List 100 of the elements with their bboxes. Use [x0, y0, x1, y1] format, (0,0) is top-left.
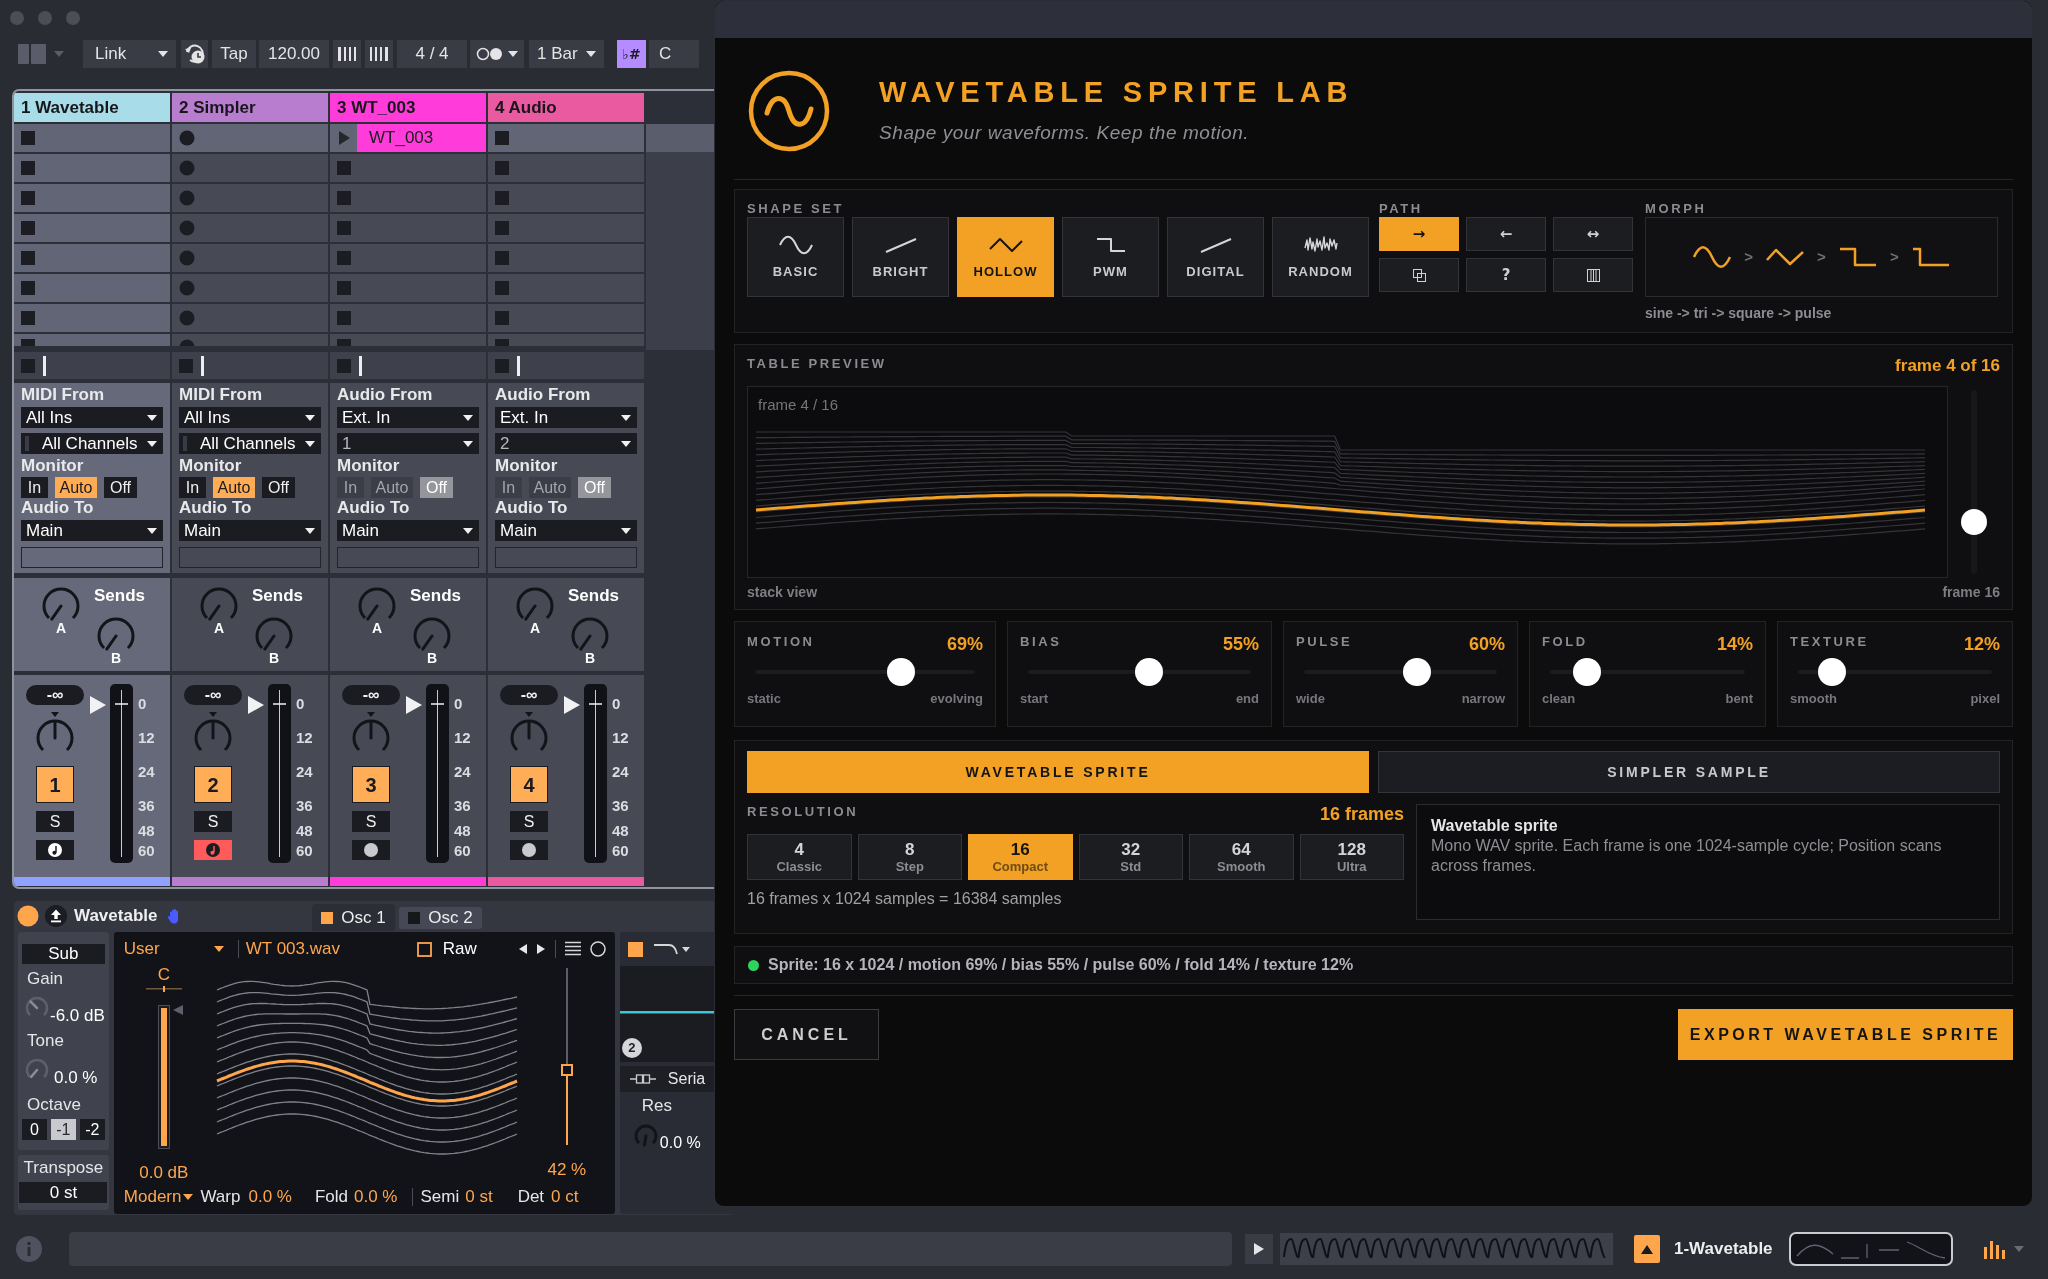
clip-slot[interactable]	[330, 154, 486, 182]
device-thumbnail[interactable]	[1789, 1232, 1953, 1266]
stop-icon[interactable]	[337, 358, 351, 373]
monitor-button[interactable]: Auto	[55, 477, 97, 498]
arm-button[interactable]	[352, 840, 390, 860]
bars-icon[interactable]	[1984, 1239, 2008, 1259]
monitor-button[interactable]: In	[337, 477, 364, 498]
track-activator-button[interactable]: 3	[352, 766, 390, 803]
clip-slot[interactable]	[172, 184, 328, 212]
key-dropdown[interactable]: C	[649, 40, 699, 68]
monitor-button[interactable]: Off	[104, 477, 137, 498]
circuit-badge[interactable]: 2	[621, 1038, 642, 1058]
shape-button[interactable]: HOLLOW	[957, 217, 1054, 297]
octave-button[interactable]: 0	[22, 1119, 47, 1140]
channel-dropdown[interactable]: All Channels	[21, 433, 163, 454]
param-value[interactable]: 0.0 %	[354, 1184, 398, 1210]
slider-thumb[interactable]	[1403, 658, 1431, 686]
window-control[interactable]	[38, 11, 52, 25]
track-header[interactable]: 3 WT_003	[330, 93, 486, 122]
solo-button[interactable]: S	[510, 811, 548, 832]
position-slider[interactable]	[559, 968, 574, 1145]
clip-slot[interactable]	[330, 334, 486, 346]
clip-slot[interactable]	[14, 184, 170, 212]
clip[interactable]: WT_003	[357, 124, 486, 152]
clip-slot[interactable]	[14, 244, 170, 272]
shape-button[interactable]: BRIGHT	[852, 217, 949, 297]
param-value[interactable]: 0 ct	[551, 1184, 579, 1210]
param-slider[interactable]	[755, 658, 975, 686]
fader-handle[interactable]	[248, 696, 264, 714]
previous-icon[interactable]	[518, 944, 527, 954]
stop-icon[interactable]	[179, 358, 193, 373]
window-control[interactable]	[66, 11, 80, 25]
monitor-button[interactable]: Auto	[213, 477, 255, 498]
clip-slot[interactable]	[14, 214, 170, 242]
input-dropdown[interactable]: Ext. In	[495, 407, 637, 428]
clip-slot[interactable]	[14, 274, 170, 302]
arm-button[interactable]	[36, 840, 74, 860]
waveform-thumbnail[interactable]	[1280, 1233, 1613, 1265]
track-header[interactable]: 1 Wavetable	[14, 93, 170, 122]
circle-icon[interactable]	[589, 941, 606, 957]
scale-button[interactable]: ♭#	[617, 40, 646, 68]
monitor-button[interactable]: Off	[262, 477, 295, 498]
resolution-button[interactable]: 32 Std	[1078, 834, 1183, 880]
quantize-dropdown[interactable]: 1 Bar	[529, 40, 604, 68]
track-activator-button[interactable]: 2	[194, 766, 232, 803]
slider-thumb[interactable]	[1573, 658, 1602, 686]
monitor-button[interactable]: Auto	[371, 477, 413, 498]
tempo-follow-button[interactable]	[181, 40, 208, 68]
resolution-button[interactable]: 16 Compact	[968, 834, 1073, 880]
clip-slot[interactable]	[488, 184, 644, 212]
link-dropdown[interactable]: Link	[83, 40, 176, 68]
path-button[interactable]	[1553, 258, 1633, 292]
param-slider[interactable]	[1550, 658, 1745, 686]
sub-button[interactable]: Sub	[22, 944, 105, 964]
shape-button[interactable]: DIGITAL	[1167, 217, 1264, 297]
slider-thumb[interactable]	[1817, 658, 1846, 686]
clip-slot[interactable]	[488, 334, 644, 346]
path-button[interactable]	[1379, 258, 1459, 292]
path-button[interactable]: ↔	[1553, 217, 1633, 251]
filter-type-icon[interactable]	[652, 942, 691, 956]
resolution-button[interactable]: 64 Smooth	[1189, 834, 1294, 880]
upload-icon[interactable]	[45, 905, 67, 927]
clip-launch-button[interactable]	[330, 124, 357, 152]
shape-button[interactable]: RANDOM	[1272, 217, 1369, 297]
clip-slot[interactable]	[330, 214, 486, 242]
clip-slot[interactable]	[172, 124, 328, 152]
octave-button[interactable]: -2	[79, 1119, 105, 1140]
channel-dropdown[interactable]: 1	[337, 433, 479, 454]
next-icon[interactable]	[536, 944, 545, 954]
output-dropdown[interactable]: Main	[179, 520, 321, 541]
clip-slot[interactable]	[172, 334, 328, 346]
slider-thumb[interactable]	[1961, 508, 1987, 535]
osc-tab[interactable]: Osc 2	[399, 907, 482, 929]
fader-handle[interactable]	[564, 696, 580, 714]
resolution-button[interactable]: 4 Classic	[747, 834, 852, 880]
wavetable-file[interactable]: WT 003.wav	[245, 936, 340, 962]
tap-button[interactable]: Tap	[212, 40, 256, 68]
clip-slot[interactable]	[488, 214, 644, 242]
solo-button[interactable]: S	[36, 811, 74, 832]
path-button[interactable]: →	[1379, 217, 1459, 251]
volume-field[interactable]: -∞	[184, 685, 242, 705]
clip-slot[interactable]	[14, 334, 170, 346]
note-value[interactable]: C	[157, 966, 170, 984]
slider-handle[interactable]	[560, 1063, 573, 1076]
osc-tab[interactable]: Osc 1	[312, 904, 395, 931]
list-icon[interactable]	[564, 941, 581, 957]
transpose-field[interactable]: 0 st	[19, 1182, 108, 1203]
metronome-dropdown[interactable]	[470, 40, 524, 68]
shape-button[interactable]: PWM	[1062, 217, 1159, 297]
clip-slot[interactable]	[172, 154, 328, 182]
empty-field[interactable]	[21, 547, 163, 568]
window-control[interactable]	[10, 11, 24, 25]
clip-slot[interactable]	[488, 124, 644, 152]
resolution-button[interactable]: 128 Ultra	[1299, 834, 1404, 880]
param-value[interactable]: 0 st	[465, 1184, 493, 1210]
track-activator-button[interactable]: 4	[510, 766, 548, 803]
cancel-button[interactable]: CANCEL	[734, 1009, 879, 1060]
clip-slot[interactable]	[330, 304, 486, 332]
shape-button[interactable]: BASIC	[747, 217, 844, 297]
input-dropdown[interactable]: All Ins	[21, 407, 163, 428]
